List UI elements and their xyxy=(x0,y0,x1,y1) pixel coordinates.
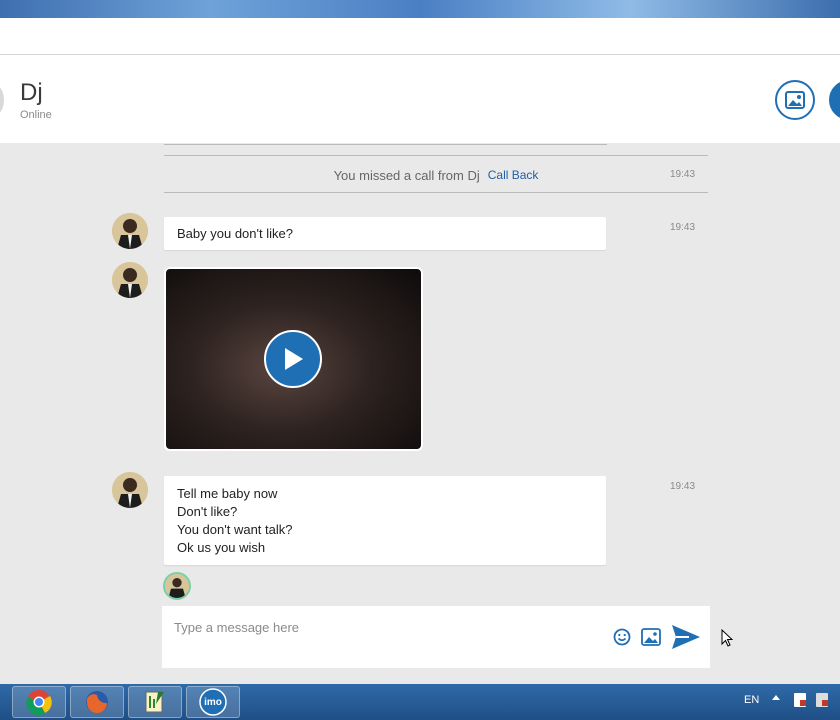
header-avatar xyxy=(0,85,4,115)
notepad-icon xyxy=(145,691,164,713)
contact-name: Dj xyxy=(20,79,43,106)
taskbar-firefox[interactable] xyxy=(70,686,124,718)
message-text: Don't like? xyxy=(177,504,238,519)
call-back-link[interactable]: Call Back xyxy=(488,168,539,182)
attach-image-button[interactable] xyxy=(640,627,662,647)
seen-avatar xyxy=(163,572,191,600)
message-input[interactable] xyxy=(172,616,596,638)
message-text: Tell me baby now xyxy=(177,486,278,501)
message-text: You don't want talk? xyxy=(177,522,293,537)
contact-avatar xyxy=(112,213,148,249)
chrome-icon xyxy=(26,690,52,715)
imo-label: imo xyxy=(204,696,222,708)
missed-call-notice: You missed a call from Dj Call Back xyxy=(164,160,708,190)
play-icon xyxy=(285,348,303,370)
message-time: 19:43 xyxy=(670,222,696,233)
message-composer xyxy=(162,606,710,668)
person-icon xyxy=(112,472,148,508)
message-time: 19:43 xyxy=(670,169,696,180)
play-button[interactable] xyxy=(264,330,322,388)
volume-icon[interactable] xyxy=(816,693,828,707)
emoji-button[interactable] xyxy=(612,627,632,647)
message-time: 19:43 xyxy=(670,481,696,492)
divider xyxy=(164,155,708,156)
send-button[interactable] xyxy=(670,622,702,652)
message-text-block: Tell me baby now Don't like? You don't w… xyxy=(177,485,292,557)
mouse-cursor-icon xyxy=(721,629,733,647)
contact-status: Online xyxy=(20,109,52,121)
contact-avatar xyxy=(112,472,148,508)
contact-avatar xyxy=(112,262,148,298)
message-bubble: Baby you don't like? xyxy=(164,217,606,250)
send-icon xyxy=(672,625,700,649)
video-message[interactable] xyxy=(164,267,423,451)
divider xyxy=(164,192,708,193)
message-text: Ok us you wish xyxy=(177,540,266,555)
image-icon xyxy=(785,91,805,109)
image-icon xyxy=(641,628,661,646)
action-center-icon[interactable] xyxy=(794,693,806,707)
language-indicator[interactable]: EN xyxy=(744,694,759,706)
message-text: Baby you don't like? xyxy=(177,226,293,241)
window-title-bar xyxy=(0,0,840,18)
smiley-icon xyxy=(613,628,631,646)
person-icon xyxy=(112,213,148,249)
missed-call-text: You missed a call from Dj xyxy=(333,167,480,183)
chat-header: Dj Online xyxy=(0,55,840,143)
call-button[interactable] xyxy=(829,80,840,120)
message-bubble: Tell me baby now Don't like? You don't w… xyxy=(164,476,606,565)
send-photo-button[interactable] xyxy=(775,80,815,120)
person-icon xyxy=(165,574,189,598)
tray-expand-icon[interactable] xyxy=(772,695,780,700)
taskbar-imo[interactable]: imo xyxy=(186,686,240,718)
person-icon xyxy=(112,262,148,298)
top-toolbar xyxy=(0,18,840,55)
divider xyxy=(164,144,607,145)
taskbar-notepad[interactable] xyxy=(128,686,182,718)
taskbar-chrome[interactable] xyxy=(12,686,66,718)
taskbar: imo EN xyxy=(0,684,840,720)
firefox-icon xyxy=(86,691,108,713)
